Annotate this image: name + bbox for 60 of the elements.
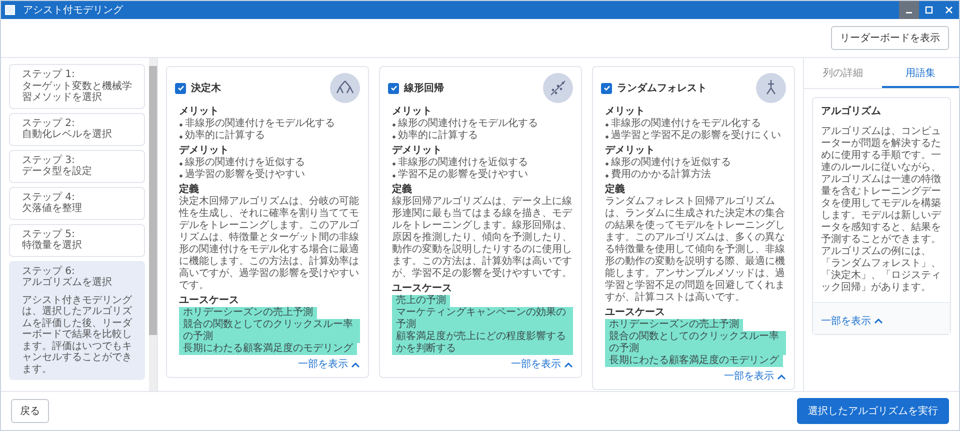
highlighted-use-case: 顧客満足度が売上にどの程度影響するかを判断する bbox=[392, 331, 573, 355]
glossary-term: アルゴリズム bbox=[821, 106, 882, 118]
back-button[interactable]: 戻る bbox=[11, 399, 49, 423]
tree-diagram-icon bbox=[330, 73, 360, 103]
tab[interactable]: 列の詳細 bbox=[804, 58, 882, 88]
highlighted-use-case: ホリデーシーズンの売上予測 bbox=[179, 307, 317, 319]
section-heading: 定義 bbox=[179, 184, 200, 196]
scatter-plot-icon bbox=[543, 73, 573, 103]
maximize-icon bbox=[925, 6, 933, 14]
highlighted-use-case: 競合の関数としてのクリックスルー率の予測 bbox=[605, 331, 786, 355]
step-item[interactable]: ステップ 2: 自動化レベルを選択 bbox=[9, 112, 145, 146]
section-heading: ユースケース bbox=[179, 295, 240, 307]
window-title: アシスト付モデリング bbox=[23, 4, 123, 17]
highlighted-use-case: 競合の関数としてのクリックスルー率の予測 bbox=[179, 319, 360, 343]
section-heading: 定義 bbox=[392, 184, 413, 196]
step-item[interactable]: ステップ 3: データ型を設定 bbox=[9, 150, 145, 182]
show-less-link[interactable]: 一部を表示 bbox=[724, 371, 786, 383]
app-icon bbox=[5, 5, 15, 15]
show-less-link[interactable]: 一部を表示 bbox=[821, 314, 883, 328]
scrollbar[interactable] bbox=[149, 58, 157, 391]
step-item[interactable]: ステップ 1: ターゲット変数と機械学習メソッドを選択 bbox=[9, 64, 145, 108]
chevron-up-icon bbox=[564, 362, 573, 368]
section-heading: ユースケース bbox=[392, 283, 453, 294]
algorithm-name: 決定木 bbox=[191, 81, 221, 95]
highlighted-use-case: マーケティングキャンペーンの効果の予測 bbox=[392, 307, 573, 331]
section-heading: デメリット bbox=[179, 145, 230, 156]
tab[interactable]: 用語集 bbox=[882, 58, 959, 88]
section-heading: メリット bbox=[392, 106, 433, 118]
run-button[interactable]: 選択したアルゴリズムを実行 bbox=[797, 398, 949, 424]
algorithm-name: 線形回帰 bbox=[404, 82, 444, 95]
show-less-link[interactable]: 一部を表示 bbox=[298, 359, 360, 371]
checkbox[interactable] bbox=[601, 82, 612, 94]
section-heading: 定義 bbox=[605, 184, 626, 196]
section-heading: メリット bbox=[179, 106, 220, 118]
chevron-up-icon bbox=[351, 362, 360, 368]
section-heading: ユースケース bbox=[605, 307, 666, 319]
definition-text: 線形回帰アルゴリズムは、データ上に線形連関に最も当てはまる線を描き、モデルをトレーニングします。線形回帰は、原因を推測したり、傾向を予測したり、動作の変動を説明したりするのに使用します。この方法は、計算効率は高いですが、学習不足の影響を受けやすいです。 bbox=[392, 196, 573, 280]
close-icon bbox=[945, 6, 953, 14]
show-less-link[interactable]: 一部を表示 bbox=[511, 359, 573, 371]
highlighted-use-case: 売上の予測 bbox=[392, 295, 450, 307]
tree-diagram-icon bbox=[756, 73, 786, 103]
step-item[interactable]: ステップ 6: アルゴリズムを選択 アシスト付きモデリングは、選択したアルゴリズムを評価した後、リーダーボードで結果を比較します。評価はいつでもキャンセルすることができます。 bbox=[9, 260, 145, 380]
chevron-up-icon bbox=[777, 374, 786, 380]
highlighted-use-case: ホリデーシーズンの売上予測 bbox=[605, 319, 743, 331]
section-heading: デメリット bbox=[605, 145, 656, 156]
definition-text: 決定木回帰アルゴリズムは、分岐の可能性を生成し、それに確率を割り当ててモデルをトレーニングします。このアルゴリズムは、特徴量とターゲット間の非線形の関連付けをモデル化する場合に最適に機能します。この方法は、計算効率は高いですが、過学習の影響を受けやすいです。 bbox=[179, 196, 360, 292]
step-item[interactable]: ステップ 5: 特徴量を選択 bbox=[9, 224, 145, 256]
highlighted-use-case: 長期にわたる顧客満足度のモデリング bbox=[179, 343, 357, 355]
highlighted-use-case: 長期にわたる顧客満足度のモデリング bbox=[605, 355, 783, 367]
glossary-text: アルゴリズムは、コンピューターが問題を解決するために使用する手順です。一連のルールに従いながら、アルゴリズムは一連の特徴量を含むトレーニングデータを使用してモデルを構築します。モデルは新しいデータを感知すると、結果を予測することができます。アルゴリズムの例には、「ランダムフォレスト」、「決定木」、「ロジスティック回帰」があります。 bbox=[821, 126, 942, 294]
step-item[interactable]: ステップ 4: 欠落値を整理 bbox=[9, 186, 145, 220]
minimize-button[interactable] bbox=[899, 1, 919, 19]
definition-text: ランダムフォレスト回帰アルゴリズムは、ランダムに生成された決定木の集合の結果を使ってモデルをトレーニングします。このアルゴリズムは、多くの異なる特徴量を使用して傾向を予測し、非線形の動作の変動を説明する際、最適に機能します。アンサンブルメソッドは、過学習と学習不足の問題を回避してくれますが、計算コストは高いです。 bbox=[605, 196, 786, 304]
checkbox[interactable] bbox=[175, 82, 186, 94]
algorithm-name: ランダムフォレスト bbox=[617, 82, 707, 95]
checkbox[interactable] bbox=[388, 82, 399, 94]
section-heading: デメリット bbox=[392, 145, 443, 156]
section-heading: メリット bbox=[605, 106, 646, 118]
leaderboard-button[interactable]: リーダーボードを表示 bbox=[831, 26, 949, 50]
chevron-up-icon bbox=[874, 318, 883, 324]
